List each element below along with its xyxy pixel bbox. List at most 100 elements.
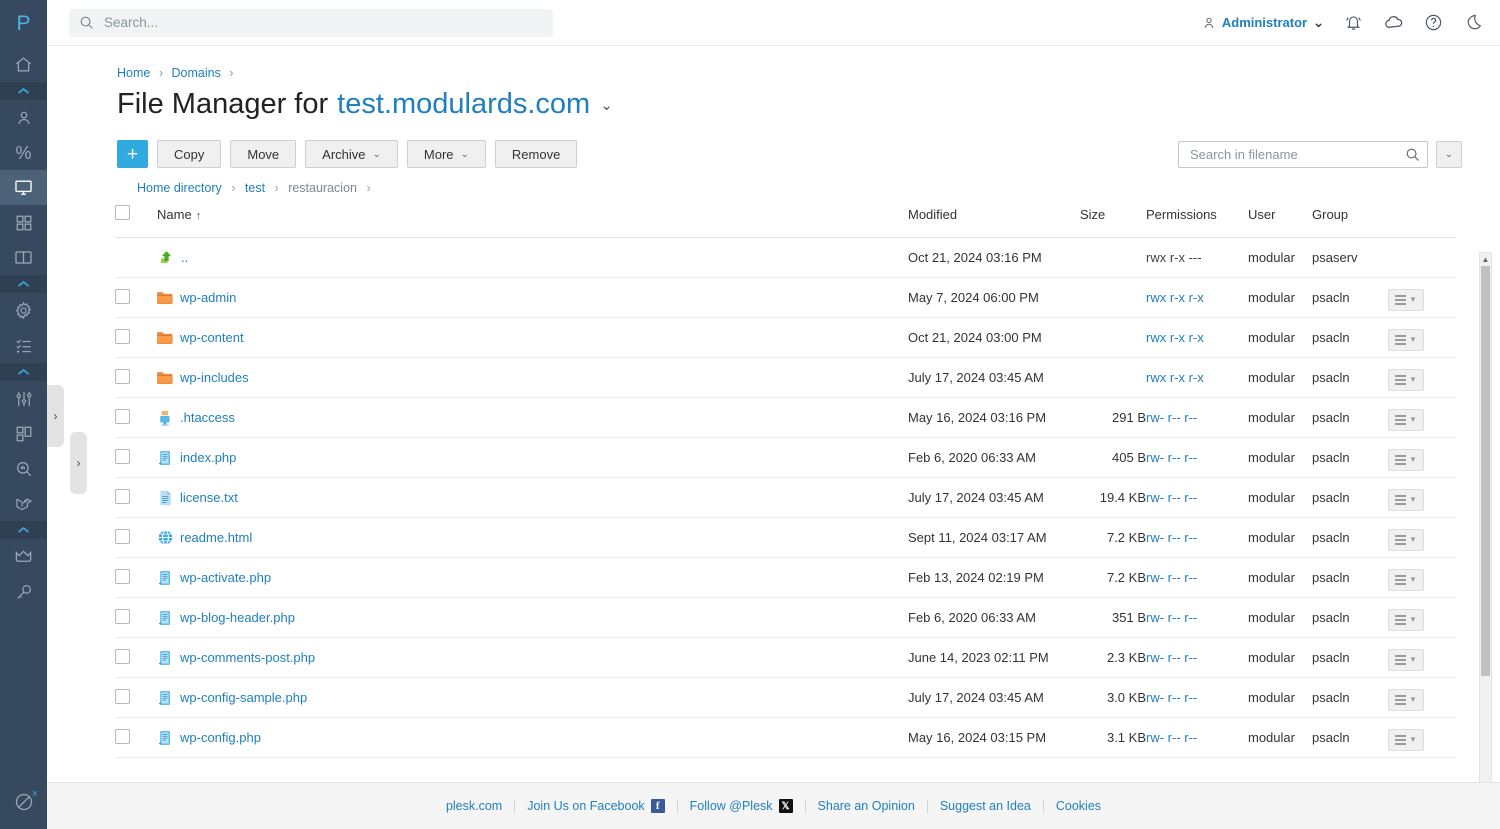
file-name-link[interactable]: .. bbox=[181, 250, 188, 265]
row-permissions-cell[interactable]: rw- r-- r-- bbox=[1146, 637, 1248, 678]
footer-link-cookies[interactable]: Cookies bbox=[1044, 799, 1113, 813]
footer-link-x[interactable]: Follow @Plesk 𝕏 bbox=[678, 799, 805, 813]
footer-link-plesk[interactable]: plesk.com bbox=[434, 799, 514, 813]
footer-link-opinion[interactable]: Share an Opinion bbox=[806, 799, 927, 813]
row-permissions-cell[interactable]: rw- r-- r-- bbox=[1146, 517, 1248, 558]
table-row[interactable]: wp-comments-post.php June 14, 2023 02:11 … bbox=[115, 637, 1456, 678]
chevron-down-icon[interactable]: ⌄ bbox=[600, 96, 613, 114]
file-name-link[interactable]: wp-activate.php bbox=[180, 570, 271, 585]
row-actions-menu-button[interactable]: ▼ bbox=[1388, 408, 1424, 431]
table-row[interactable]: license.txt July 17, 2024 03:45 AM 19.4 KB… bbox=[115, 477, 1456, 518]
row-actions-menu-button[interactable]: ▼ bbox=[1388, 368, 1424, 391]
footer-link-facebook[interactable]: Join Us on Facebook f bbox=[515, 799, 676, 813]
sidebar-item-extensions[interactable] bbox=[0, 381, 47, 416]
file-name-link[interactable]: wp-config-sample.php bbox=[180, 690, 307, 705]
table-row[interactable]: .. Oct 21, 2024 03:16 PM rwx r-x --- modula… bbox=[115, 237, 1456, 278]
row-actions-menu-button[interactable]: ▼ bbox=[1388, 288, 1424, 311]
row-checkbox[interactable] bbox=[115, 528, 130, 544]
column-header-size[interactable]: Size bbox=[1080, 205, 1146, 238]
table-row[interactable]: wp-includes July 17, 2024 03:45 AM rwx r-x… bbox=[115, 357, 1456, 398]
row-checkbox[interactable] bbox=[115, 608, 130, 624]
sidebar-item-applications[interactable] bbox=[0, 205, 47, 240]
table-row[interactable]: .htaccess May 16, 2024 03:16 PM 291 Brw- r… bbox=[115, 397, 1456, 438]
permissions-value[interactable]: rwx r-x r-x bbox=[1146, 290, 1204, 305]
row-permissions-cell[interactable]: rw- r-- r-- bbox=[1146, 397, 1248, 438]
row-actions-menu-button[interactable]: ▼ bbox=[1388, 688, 1424, 711]
column-header-modified[interactable]: Modified bbox=[908, 205, 1080, 238]
permissions-value[interactable]: rw- r-- r-- bbox=[1146, 650, 1197, 665]
notifications-bell-icon[interactable] bbox=[1344, 13, 1363, 32]
row-actions-menu-button[interactable]: ▼ bbox=[1388, 648, 1424, 671]
sidebar-item-files[interactable] bbox=[0, 240, 47, 275]
file-name-link[interactable]: wp-config.php bbox=[180, 730, 261, 745]
file-name-link[interactable]: wp-comments-post.php bbox=[180, 650, 315, 665]
file-name-link[interactable]: wp-admin bbox=[180, 290, 236, 305]
row-actions-menu-button[interactable]: ▼ bbox=[1388, 328, 1424, 351]
permissions-value[interactable]: rw- r-- r-- bbox=[1146, 490, 1197, 505]
archive-button[interactable]: Archive ⌄ bbox=[305, 140, 398, 168]
search-input[interactable] bbox=[102, 14, 543, 31]
global-search[interactable] bbox=[69, 8, 553, 37]
table-row[interactable]: index.php Feb 6, 2020 06:33 AM 405 Brw- r-… bbox=[115, 437, 1456, 478]
table-row[interactable]: wp-admin May 7, 2024 06:00 PM rwx r-x r-x m… bbox=[115, 277, 1456, 318]
remove-button[interactable]: Remove bbox=[494, 140, 578, 168]
row-checkbox[interactable] bbox=[115, 448, 130, 464]
sidebar-item-seo-toolkit[interactable] bbox=[0, 451, 47, 486]
scrollbar-thumb[interactable] bbox=[1481, 266, 1490, 676]
sidebar-separator-3[interactable] bbox=[0, 363, 47, 381]
table-row[interactable]: wp-content Oct 21, 2024 03:00 PM rwx r-x r… bbox=[115, 317, 1456, 358]
search-options-button[interactable]: ⌄ bbox=[1436, 140, 1462, 168]
file-name-link[interactable]: wp-blog-header.php bbox=[180, 610, 295, 625]
permissions-value[interactable]: rwx r-x r-x bbox=[1146, 370, 1204, 385]
sidebar-item-customers[interactable] bbox=[0, 100, 47, 135]
more-button[interactable]: More ⌄ bbox=[406, 140, 486, 168]
help-question-icon[interactable] bbox=[1424, 13, 1443, 32]
permissions-value[interactable]: rw- r-- r-- bbox=[1146, 450, 1197, 465]
file-name-link[interactable]: .htaccess bbox=[180, 410, 235, 425]
row-actions-menu-button[interactable]: ▼ bbox=[1388, 608, 1424, 631]
row-actions-menu-button[interactable]: ▼ bbox=[1388, 528, 1424, 551]
table-row[interactable]: readme.html Sept 11, 2024 03:17 AM 7.2 KB r… bbox=[115, 517, 1456, 558]
permissions-value[interactable]: rw- r-- r-- bbox=[1146, 570, 1197, 585]
row-checkbox[interactable] bbox=[115, 568, 130, 584]
row-permissions-cell[interactable]: rw- r-- r-- bbox=[1146, 477, 1248, 518]
sidebar-item-laravel[interactable] bbox=[0, 486, 47, 521]
search-icon[interactable] bbox=[1405, 147, 1420, 162]
table-row[interactable]: wp-activate.php Feb 13, 2024 02:19 PM 7.2 … bbox=[115, 557, 1456, 598]
panel-expand-handle[interactable]: › bbox=[70, 432, 87, 494]
scroll-up-arrow-icon[interactable]: ▲ bbox=[1480, 253, 1491, 266]
sidebar-separator-2[interactable] bbox=[0, 275, 47, 293]
table-row[interactable]: wp-blog-header.php Feb 6, 2020 06:33 AM 35… bbox=[115, 597, 1456, 638]
row-actions-menu-button[interactable]: ▼ bbox=[1388, 448, 1424, 471]
select-all-checkbox[interactable] bbox=[115, 205, 130, 220]
row-checkbox[interactable] bbox=[115, 488, 130, 504]
cloud-icon[interactable] bbox=[1383, 12, 1404, 33]
sidebar-item-premium[interactable] bbox=[0, 539, 47, 574]
row-permissions-cell[interactable]: rwx r-x r-x bbox=[1146, 317, 1248, 358]
column-header-user[interactable]: User bbox=[1248, 205, 1312, 238]
sidebar-separator-4[interactable] bbox=[0, 521, 47, 539]
row-permissions-cell[interactable]: rw- r-- r-- bbox=[1146, 557, 1248, 598]
permissions-value[interactable]: rwx r-x r-x bbox=[1146, 330, 1204, 345]
sidebar-separator-1[interactable] bbox=[0, 82, 47, 100]
row-checkbox[interactable] bbox=[115, 408, 130, 424]
permissions-value[interactable]: rw- r-- r-- bbox=[1146, 530, 1197, 545]
column-header-permissions[interactable]: Permissions bbox=[1146, 205, 1248, 238]
permissions-value[interactable]: rw- r-- r-- bbox=[1146, 730, 1197, 745]
file-name-link[interactable]: wp-content bbox=[180, 330, 244, 345]
permissions-value[interactable]: rw- r-- r-- bbox=[1146, 690, 1197, 705]
breadcrumb-item-domains[interactable]: Domains bbox=[171, 66, 220, 80]
filename-search[interactable] bbox=[1178, 140, 1428, 168]
move-button[interactable]: Move bbox=[230, 140, 297, 168]
sidebar-item-dashboard[interactable] bbox=[0, 416, 47, 451]
sidebar-item-service-plans[interactable]: % bbox=[0, 135, 47, 170]
file-name-link[interactable]: wp-includes bbox=[180, 370, 249, 385]
breadcrumb-item-home[interactable]: Home bbox=[117, 66, 150, 80]
row-actions-menu-button[interactable]: ▼ bbox=[1388, 728, 1424, 751]
footer-link-idea[interactable]: Suggest an Idea bbox=[928, 799, 1043, 813]
row-checkbox[interactable] bbox=[115, 328, 130, 344]
plesk-logo[interactable]: P bbox=[0, 0, 47, 47]
file-name-link[interactable]: readme.html bbox=[180, 530, 252, 545]
filename-search-input[interactable] bbox=[1188, 145, 1401, 163]
file-name-link[interactable]: index.php bbox=[180, 450, 236, 465]
